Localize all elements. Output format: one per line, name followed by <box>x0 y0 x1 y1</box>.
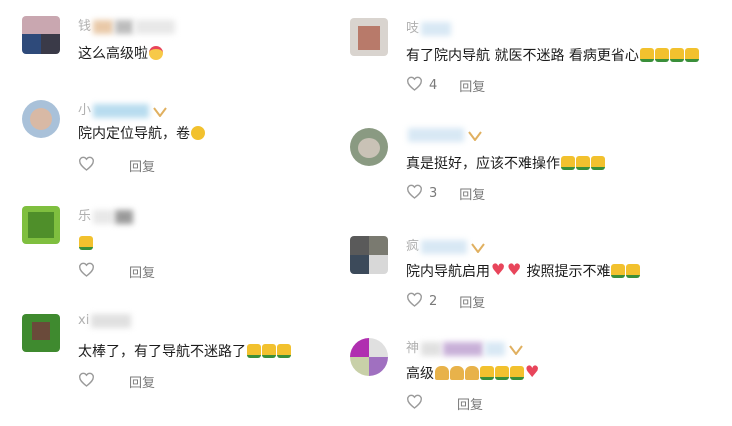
comment-body: 太棒了，有了导航不迷路了 <box>78 344 246 360</box>
username-text: 疯 <box>406 239 420 254</box>
comment-body: 院内定位导航，卷 <box>78 126 190 142</box>
verified-badge-icon <box>153 106 167 118</box>
reply-button[interactable]: 回复 <box>129 372 155 391</box>
heart-outline-icon <box>78 156 95 171</box>
heart-outline-icon <box>78 262 95 277</box>
like-count: 2 <box>429 294 438 309</box>
username[interactable]: 疯 <box>406 235 485 254</box>
comment-text: 高级 <box>406 362 540 384</box>
avatar[interactable] <box>350 18 388 56</box>
like-button[interactable] <box>78 262 95 281</box>
reply-button[interactable]: 回复 <box>459 184 485 203</box>
like-button[interactable] <box>78 156 95 175</box>
avatar[interactable] <box>22 16 60 54</box>
verified-badge-icon <box>468 130 482 142</box>
avatar[interactable] <box>22 206 60 244</box>
reply-button[interactable]: 回复 <box>459 292 485 311</box>
comment-actions: 回复 <box>78 156 155 175</box>
comment-body: 院内导航启用 <box>406 264 490 280</box>
folded-hands-emoji <box>435 366 449 380</box>
folded-hands-emoji <box>450 366 464 380</box>
comment-text: 院内定位导航，卷 <box>78 124 205 144</box>
heart-outline-icon <box>406 76 423 91</box>
comment-actions: 回复 <box>78 262 155 281</box>
comment-text: 院内导航启用 按照提示不难 <box>406 260 641 282</box>
username[interactable]: 吱 <box>406 17 452 36</box>
username-text: xi <box>78 313 90 328</box>
thumbs-up-emoji <box>639 48 654 62</box>
like-button[interactable] <box>406 76 423 95</box>
thumbs-up-emoji <box>626 264 641 278</box>
thumbs-up-emoji <box>669 48 684 62</box>
comment-body: 高级 <box>406 366 434 382</box>
verified-badge-icon <box>509 344 523 356</box>
thumbs-up-emoji <box>654 48 669 62</box>
like-button[interactable] <box>406 394 423 413</box>
reply-button[interactable]: 回复 <box>129 262 155 281</box>
heart-outline-icon <box>406 394 423 409</box>
heart-outline-icon <box>406 184 423 199</box>
reply-button[interactable]: 回复 <box>129 156 155 175</box>
grin-face-emoji <box>191 126 205 140</box>
heart-outline-icon <box>78 372 95 387</box>
comment-body: 有了院内导航 就医不迷路 看病更省心 <box>406 48 639 64</box>
thumbs-up-emoji <box>262 344 276 358</box>
like-count: 3 <box>429 186 438 201</box>
username[interactable]: 神 <box>406 337 523 356</box>
comment-body: 这么高级啦 <box>78 46 148 62</box>
like-button[interactable] <box>406 184 423 203</box>
avatar[interactable] <box>350 338 388 376</box>
username-text: 神 <box>406 341 420 356</box>
thumbs-up-emoji <box>576 156 590 170</box>
comment-text <box>78 234 93 254</box>
username-text: 小 <box>78 103 92 118</box>
thumbs-up-emoji <box>79 236 93 250</box>
avatar[interactable] <box>22 100 60 138</box>
thumbs-up-emoji <box>684 48 699 62</box>
comment-body-continued: 按照提示不难 <box>522 264 611 280</box>
username-text: 吱 <box>406 21 420 36</box>
username[interactable]: 钱 <box>78 15 176 34</box>
like-count: 4 <box>429 78 438 93</box>
thumbs-up-emoji <box>591 156 605 170</box>
comment-body: 真是挺好，应该不难操作 <box>406 156 560 172</box>
comment-actions: 3 回复 <box>406 184 485 203</box>
like-button[interactable] <box>78 372 95 391</box>
username[interactable] <box>406 127 482 142</box>
red-heart-emoji <box>525 362 540 382</box>
username-text: 钱 <box>78 19 92 34</box>
thumbs-up-emoji <box>495 366 509 380</box>
username[interactable]: 乐 <box>78 205 134 224</box>
red-heart-emoji <box>507 260 522 280</box>
thumbs-up-emoji <box>480 366 494 380</box>
thumbs-up-emoji <box>611 264 626 278</box>
party-face-emoji <box>149 46 163 60</box>
comment-actions: 2 回复 <box>406 292 485 311</box>
thumbs-up-emoji <box>510 366 524 380</box>
red-heart-emoji <box>491 260 506 280</box>
avatar[interactable] <box>22 314 60 352</box>
username-text: 乐 <box>78 209 92 224</box>
comment-text: 这么高级啦 <box>78 44 163 64</box>
folded-hands-emoji <box>465 366 479 380</box>
comment-actions: 回复 <box>78 372 155 391</box>
avatar[interactable] <box>350 236 388 274</box>
thumbs-up-emoji <box>247 344 261 358</box>
reply-button[interactable]: 回复 <box>459 76 485 95</box>
comment-text: 真是挺好，应该不难操作 <box>406 154 605 174</box>
comment-actions: 4 回复 <box>406 76 485 95</box>
heart-outline-icon <box>406 292 423 307</box>
username[interactable]: 小 <box>78 99 167 118</box>
comment-text: 太棒了，有了导航不迷路了 <box>78 342 291 362</box>
thumbs-up-emoji <box>561 156 575 170</box>
comment-actions: 回复 <box>406 394 483 413</box>
comment-text: 有了院内导航 就医不迷路 看病更省心 <box>406 46 699 66</box>
username[interactable]: xi <box>78 313 132 328</box>
avatar[interactable] <box>350 128 388 166</box>
verified-badge-icon <box>471 242 485 254</box>
thumbs-up-emoji <box>277 344 291 358</box>
like-button[interactable] <box>406 292 423 311</box>
reply-button[interactable]: 回复 <box>457 394 483 413</box>
